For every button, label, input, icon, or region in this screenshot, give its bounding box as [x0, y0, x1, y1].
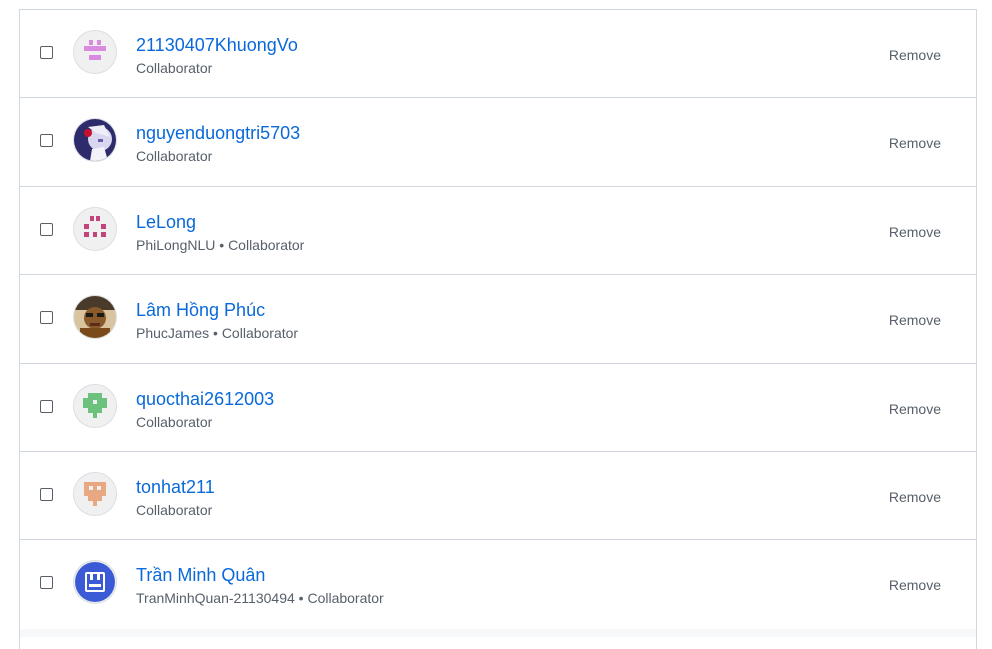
select-checkbox[interactable] [40, 222, 53, 236]
identicon-green-icon [74, 384, 116, 427]
select-checkbox[interactable] [40, 487, 53, 501]
collaborator-role: PhucJames • Collaborator [136, 325, 299, 342]
collaborator-name-link[interactable]: Lâm Hồng Phúc [136, 300, 265, 321]
select-checkbox[interactable] [40, 576, 53, 590]
collaborator-name-link[interactable]: 21130407KhuongVo [136, 35, 298, 56]
photo-person-avatar[interactable] [74, 296, 116, 339]
collaborator-name-link[interactable]: LeLong [136, 212, 196, 233]
collaborator-role: Collaborator [136, 148, 213, 165]
select-checkbox[interactable] [40, 311, 53, 325]
collaborator-name-link[interactable]: nguyenduongtri5703 [136, 123, 300, 144]
identicon-pink-avatar[interactable] [74, 31, 116, 73]
select-checkbox[interactable] [40, 134, 53, 148]
remove-button[interactable]: Remove [889, 401, 941, 417]
list-item: tonhat211 Collaborator Remove [20, 452, 976, 541]
identicon-pink-icon [74, 31, 116, 73]
remove-button[interactable]: Remove [889, 47, 941, 63]
remove-button[interactable]: Remove [889, 135, 941, 151]
collaborator-name-link[interactable]: tonhat211 [136, 477, 215, 498]
collaborator-list: 21130407KhuongVo Collaborator Remove ngu… [19, 9, 977, 649]
blue-robot-avatar[interactable] [74, 561, 116, 604]
collaborator-role: TranMinhQuan-21130494 • Collaborator [136, 590, 384, 607]
list-footer [20, 629, 976, 637]
list-item: LeLong PhiLongNLU • Collaborator Remove [20, 187, 976, 276]
collaborator-role: Collaborator [136, 413, 213, 430]
collaborator-name-link[interactable]: quocthai2612003 [136, 389, 274, 410]
collaborator-role: Collaborator [136, 60, 213, 76]
list-item: quocthai2612003 Collaborator Remove [20, 364, 976, 452]
collaborator-name-link[interactable]: Trần Minh Quân [136, 565, 265, 586]
list-item: Trần Minh Quân TranMinhQuan-21130494 • C… [20, 540, 976, 632]
collaborator-role: PhiLongNLU • Collaborator [136, 236, 305, 253]
list-item: Lâm Hồng Phúc PhucJames • Collaborator R… [20, 275, 976, 364]
list-item: nguyenduongtri5703 Collaborator Remove [20, 98, 976, 187]
identicon-magenta-icon [74, 207, 116, 250]
select-checkbox[interactable] [40, 399, 53, 413]
collaborator-role: Collaborator [136, 501, 213, 518]
remove-button[interactable]: Remove [889, 312, 941, 328]
anime-character-icon [74, 119, 116, 162]
anime-character-avatar[interactable] [74, 119, 116, 162]
remove-button[interactable]: Remove [889, 489, 941, 505]
identicon-orange-icon [74, 472, 116, 515]
identicon-green-avatar[interactable] [74, 384, 116, 427]
identicon-magenta-avatar[interactable] [74, 207, 116, 250]
remove-button[interactable]: Remove [889, 577, 941, 593]
blue-robot-icon [74, 561, 116, 604]
remove-button[interactable]: Remove [889, 224, 941, 240]
select-checkbox[interactable] [40, 46, 53, 59]
identicon-orange-avatar[interactable] [74, 472, 116, 515]
list-item: 21130407KhuongVo Collaborator Remove [20, 10, 976, 99]
person-photo-icon [74, 296, 116, 339]
